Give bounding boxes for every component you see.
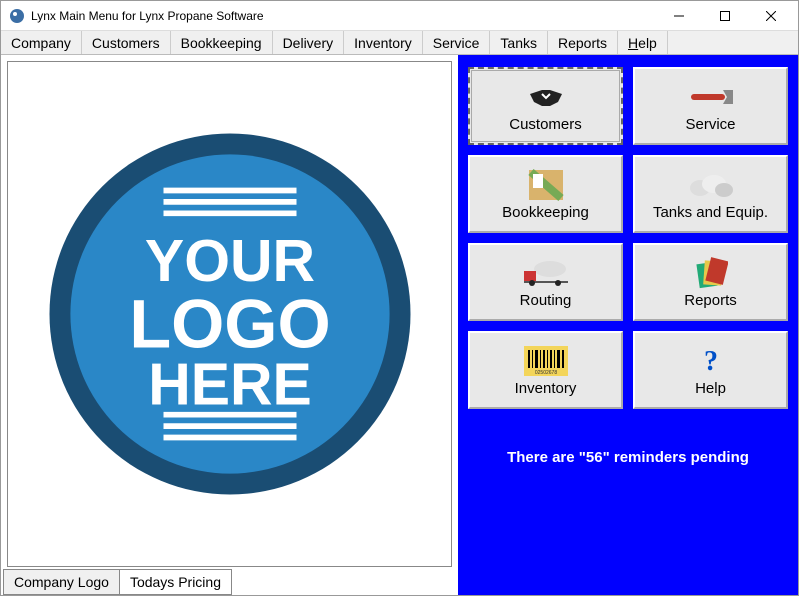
svg-text:HERE: HERE xyxy=(148,352,312,417)
wrench-icon xyxy=(687,80,735,114)
tanks-icon xyxy=(687,168,735,202)
svg-text:YOUR: YOUR xyxy=(144,229,314,294)
svg-text:LOGO: LOGO xyxy=(129,286,330,362)
app-icon xyxy=(9,8,25,24)
menu-delivery[interactable]: Delivery xyxy=(273,31,345,54)
menu-customers[interactable]: Customers xyxy=(82,31,171,54)
window-controls xyxy=(656,2,794,30)
reports-button-label: Reports xyxy=(684,292,737,309)
truck-icon xyxy=(522,256,570,290)
tab-company-logo[interactable]: Company Logo xyxy=(3,569,120,595)
left-tabs: Company LogoTodays Pricing xyxy=(1,569,458,595)
menu-inventory[interactable]: Inventory xyxy=(344,31,423,54)
barcode-icon: 02502678 xyxy=(522,344,570,378)
service-button[interactable]: Service xyxy=(633,67,788,145)
customers-button-label: Customers xyxy=(509,116,582,133)
help-button-label: Help xyxy=(695,380,726,397)
svg-text:02502678: 02502678 xyxy=(534,370,556,376)
routing-button-label: Routing xyxy=(520,292,572,309)
menu-bookkeeping[interactable]: Bookkeeping xyxy=(171,31,273,54)
handshake-icon xyxy=(522,80,570,114)
files-icon xyxy=(687,256,735,290)
routing-button[interactable]: Routing xyxy=(468,243,623,321)
menubar: CompanyCustomersBookkeepingDeliveryInven… xyxy=(1,31,798,55)
close-button[interactable] xyxy=(748,2,794,30)
customers-button[interactable]: Customers xyxy=(468,67,623,145)
tanks-equip-button-label: Tanks and Equip. xyxy=(653,204,768,221)
main-button-grid: Customers Service Bookkeeping Tanks and Equ… xyxy=(468,67,788,409)
bookkeeping-button-label: Bookkeeping xyxy=(502,204,589,221)
company-logo-frame: YOUR LOGO HERE xyxy=(7,61,452,567)
maximize-button[interactable] xyxy=(702,2,748,30)
menu-tanks[interactable]: Tanks xyxy=(490,31,548,54)
tab-todays-pricing[interactable]: Todays Pricing xyxy=(119,569,232,595)
content-area: YOUR LOGO HERE Company LogoTodays Pricin… xyxy=(1,55,798,595)
tanks-equip-button[interactable]: Tanks and Equip. xyxy=(633,155,788,233)
ledger-icon xyxy=(522,168,570,202)
reminders-count: 56 xyxy=(586,449,603,466)
window-title: Lynx Main Menu for Lynx Propane Software xyxy=(31,9,656,23)
menu-service[interactable]: Service xyxy=(423,31,491,54)
right-pane: Customers Service Bookkeeping Tanks and Equ… xyxy=(458,55,798,595)
reports-button[interactable]: Reports xyxy=(633,243,788,321)
question-icon: ? xyxy=(687,344,735,378)
bookkeeping-button[interactable]: Bookkeeping xyxy=(468,155,623,233)
reminders-status: There are "56" reminders pending xyxy=(468,449,788,466)
inventory-button[interactable]: 02502678 Inventory xyxy=(468,331,623,409)
inventory-button-label: Inventory xyxy=(515,380,577,397)
menu-reports[interactable]: Reports xyxy=(548,31,618,54)
minimize-button[interactable] xyxy=(656,2,702,30)
menu-help[interactable]: Help xyxy=(618,31,668,54)
help-button[interactable]: ? Help xyxy=(633,331,788,409)
company-logo-placeholder: YOUR LOGO HERE xyxy=(40,124,420,504)
left-pane: YOUR LOGO HERE Company LogoTodays Pricin… xyxy=(1,55,458,595)
svg-text:?: ? xyxy=(704,346,718,376)
menu-company[interactable]: Company xyxy=(1,31,82,54)
titlebar: Lynx Main Menu for Lynx Propane Software xyxy=(1,1,798,31)
service-button-label: Service xyxy=(685,116,735,133)
